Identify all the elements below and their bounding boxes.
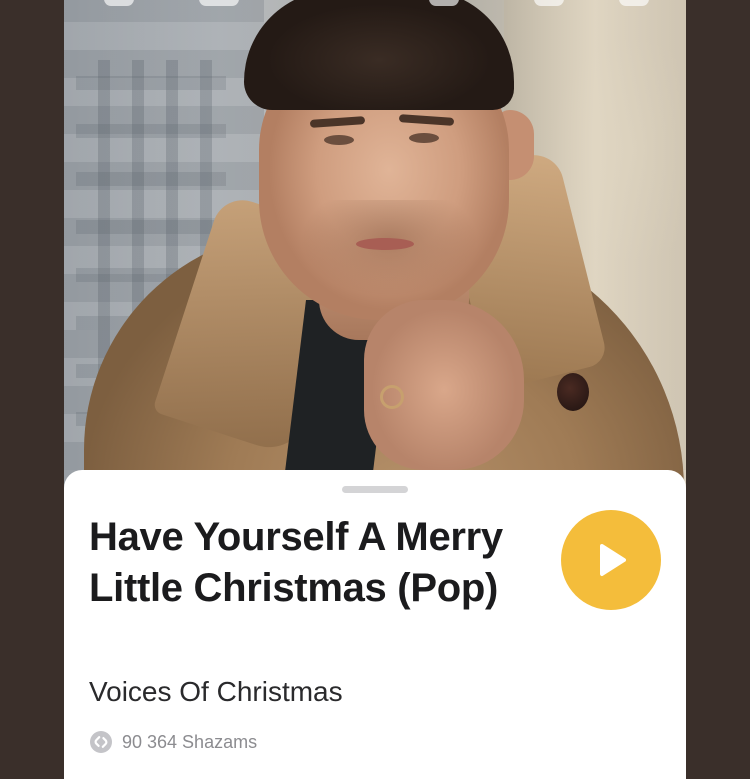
top-control-dot[interactable] [104, 0, 134, 6]
phone-view: Have Yourself A Merry Little Christmas (… [64, 0, 686, 779]
shazam-logo-icon [90, 731, 112, 753]
shazam-count-row: 90 364 Shazams [89, 730, 257, 754]
track-title: Have Yourself A Merry Little Christmas (… [89, 515, 503, 610]
artist-name[interactable]: Voices Of Christmas [89, 676, 343, 708]
top-control-dot[interactable] [534, 0, 564, 6]
play-button[interactable] [561, 510, 661, 610]
app-screen: Have Yourself A Merry Little Christmas (… [0, 0, 750, 779]
play-icon [600, 544, 626, 576]
top-control-dot[interactable] [619, 0, 649, 6]
artist-artwork-image [64, 0, 686, 530]
sheet-grabber-handle[interactable] [342, 486, 408, 493]
top-control-dot[interactable] [429, 0, 459, 6]
track-details-sheet[interactable]: Have Yourself A Merry Little Christmas (… [64, 470, 686, 779]
shazam-count: 90 364 Shazams [122, 731, 258, 752]
top-control-pill[interactable] [199, 0, 239, 6]
